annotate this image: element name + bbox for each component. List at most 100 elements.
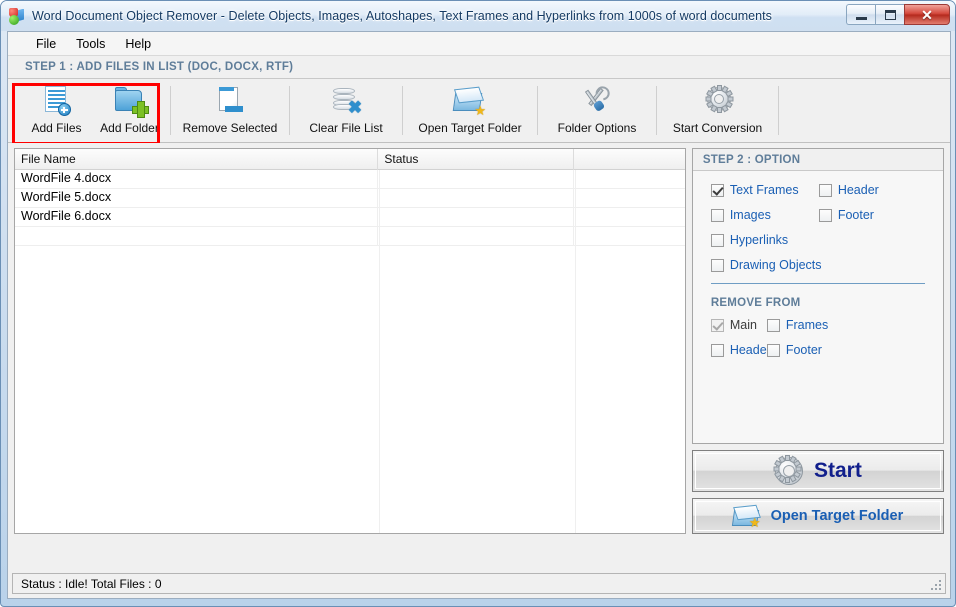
- table-row[interactable]: WordFile 5.docx: [15, 189, 685, 208]
- toolbar: Add Files Add Folder Remove Selected ✖ C…: [8, 79, 950, 145]
- maximize-button[interactable]: [875, 4, 904, 25]
- remove-from-title: REMOVE FROM: [710, 297, 801, 309]
- remove-from-row-1: Main Frames: [693, 318, 943, 332]
- close-button[interactable]: ✕: [904, 4, 950, 25]
- toolbar-label-add-files: Add Files: [31, 121, 82, 135]
- start-button[interactable]: Start: [691, 450, 944, 492]
- table-row-empty: [15, 227, 685, 246]
- checkbox-text-frames[interactable]: Text Frames: [693, 183, 819, 197]
- file-list-grid[interactable]: File Name Status WordFile 4.docx WordFile…: [14, 148, 686, 534]
- toolbar-separator-2: [289, 86, 290, 135]
- checkbox-images-label: Images: [729, 208, 771, 222]
- table-cell-status: [378, 189, 575, 208]
- checkbox-images-box[interactable]: [710, 208, 724, 222]
- checkbox-footer-box[interactable]: [818, 208, 832, 222]
- toolbar-label-remove-selected: Remove Selected: [182, 121, 278, 135]
- minimize-icon: [855, 16, 867, 20]
- resize-grip-icon[interactable]: [929, 578, 941, 590]
- table-row[interactable]: WordFile 4.docx: [15, 170, 685, 189]
- options-panel: STEP 2 : OPTION Text Frames Header Image…: [691, 148, 944, 534]
- step2-header: STEP 2 : OPTION: [692, 149, 943, 171]
- step2-option-box: STEP 2 : OPTION Text Frames Header Image…: [691, 148, 944, 445]
- menu-bar: File Tools Help: [8, 32, 950, 56]
- open-target-folder-button[interactable]: ★ Open Target Folder: [691, 497, 944, 534]
- toolbar-label-start-conversion: Start Conversion: [672, 121, 763, 135]
- grid-vline-1: [379, 170, 380, 533]
- checkbox-remove-main[interactable]: Main: [693, 318, 767, 332]
- add-folder-icon: [113, 85, 149, 118]
- checkbox-remove-header-label: Header: [729, 343, 771, 357]
- table-cell-status: [378, 208, 575, 227]
- open-folder-icon: ★: [731, 503, 761, 529]
- table-cell-file-name: WordFile 5.docx: [15, 189, 379, 208]
- table-cell-file-name: WordFile 6.docx: [15, 208, 379, 227]
- checkbox-drawing-objects-box[interactable]: [710, 258, 724, 272]
- gear-icon: [773, 455, 804, 486]
- toolbar-button-remove-selected[interactable]: Remove Selected: [175, 79, 285, 142]
- checkbox-remove-header[interactable]: Header: [693, 343, 771, 357]
- toolbar-label-open-target-folder: Open Target Folder: [418, 121, 522, 135]
- main-content: File Name Status WordFile 4.docx WordFile…: [8, 143, 950, 538]
- column-header-extra[interactable]: [574, 149, 685, 170]
- status-text: Status : Idle! Total Files : 0: [21, 576, 162, 591]
- remove-from-row-2: Header Footer: [693, 343, 943, 357]
- toolbar-button-start-conversion[interactable]: Start Conversion: [661, 79, 774, 142]
- clear-file-list-icon: ✖: [329, 85, 363, 117]
- option-row-3: Hyperlinks: [693, 233, 943, 247]
- start-button-label: Start: [813, 459, 862, 483]
- step1-header: STEP 1 : ADD FILES IN LIST (DOC, DOCX, R…: [8, 56, 950, 79]
- table-cell-empty: [574, 227, 685, 246]
- checkbox-remove-header-box[interactable]: [710, 343, 724, 357]
- toolbar-button-clear-file-list[interactable]: ✖ Clear File List: [294, 79, 398, 142]
- grid-vline-2: [575, 170, 576, 533]
- checkbox-text-frames-box[interactable]: [710, 183, 724, 197]
- toolbar-button-add-folder[interactable]: Add Folder: [93, 79, 166, 142]
- table-cell-file-name: WordFile 4.docx: [15, 170, 379, 189]
- minimize-button[interactable]: [846, 4, 875, 25]
- toolbar-label-folder-options: Folder Options: [557, 121, 637, 135]
- options-divider: [710, 283, 925, 284]
- toolbar-separator-3: [402, 86, 403, 135]
- checkbox-footer[interactable]: Footer: [818, 208, 929, 222]
- grid-header-row: File Name Status: [15, 149, 685, 170]
- checkbox-remove-footer[interactable]: Footer: [766, 343, 877, 357]
- option-row-4: Drawing Objects: [693, 258, 943, 272]
- checkbox-header-label: Header: [837, 183, 879, 197]
- checkbox-text-frames-label: Text Frames: [729, 183, 799, 197]
- toolbar-label-clear-file-list: Clear File List: [309, 121, 383, 135]
- toolbar-button-folder-options[interactable]: Folder Options: [542, 79, 652, 142]
- step2-body: Text Frames Header Images Footer Hyperli…: [693, 171, 943, 357]
- toolbar-separator-1: [170, 86, 171, 135]
- checkbox-remove-footer-box[interactable]: [766, 343, 780, 357]
- checkbox-remove-frames-box[interactable]: [766, 318, 780, 332]
- menu-item-help[interactable]: Help: [115, 34, 161, 54]
- menu-item-tools[interactable]: Tools: [66, 34, 115, 54]
- table-row[interactable]: WordFile 6.docx: [15, 208, 685, 227]
- grid-rows: WordFile 4.docx WordFile 5.docx WordFile 6…: [15, 170, 685, 246]
- table-cell-extra: [574, 170, 685, 189]
- table-cell-status: [378, 170, 575, 189]
- client-area: File Tools Help STEP 1 : ADD FILES IN LI…: [7, 31, 951, 599]
- toolbar-label-add-folder: Add Folder: [100, 121, 159, 135]
- checkbox-header[interactable]: Header: [818, 183, 929, 197]
- checkbox-drawing-objects[interactable]: Drawing Objects: [693, 258, 822, 272]
- column-header-file-name[interactable]: File Name: [15, 149, 379, 170]
- toolbar-button-open-target-folder[interactable]: ★ Open Target Folder: [407, 79, 533, 142]
- checkbox-footer-label: Footer: [837, 208, 874, 222]
- checkbox-header-box[interactable]: [818, 183, 832, 197]
- option-row-2: Images Footer: [693, 208, 943, 222]
- column-header-status[interactable]: Status: [378, 149, 575, 170]
- open-target-folder-icon: ★: [452, 85, 487, 117]
- checkbox-hyperlinks[interactable]: Hyperlinks: [693, 233, 819, 247]
- checkbox-remove-main-box[interactable]: [710, 318, 724, 332]
- menu-item-file[interactable]: File: [26, 34, 66, 54]
- option-row-1: Text Frames Header: [693, 183, 943, 197]
- toolbar-separator-6: [778, 86, 779, 135]
- start-conversion-icon: [701, 85, 735, 117]
- close-icon: ✕: [921, 6, 933, 23]
- checkbox-images[interactable]: Images: [693, 208, 819, 222]
- toolbar-separator-5: [656, 86, 657, 135]
- checkbox-remove-frames[interactable]: Frames: [766, 318, 877, 332]
- checkbox-hyperlinks-box[interactable]: [710, 233, 724, 247]
- toolbar-button-add-files[interactable]: Add Files: [20, 79, 93, 142]
